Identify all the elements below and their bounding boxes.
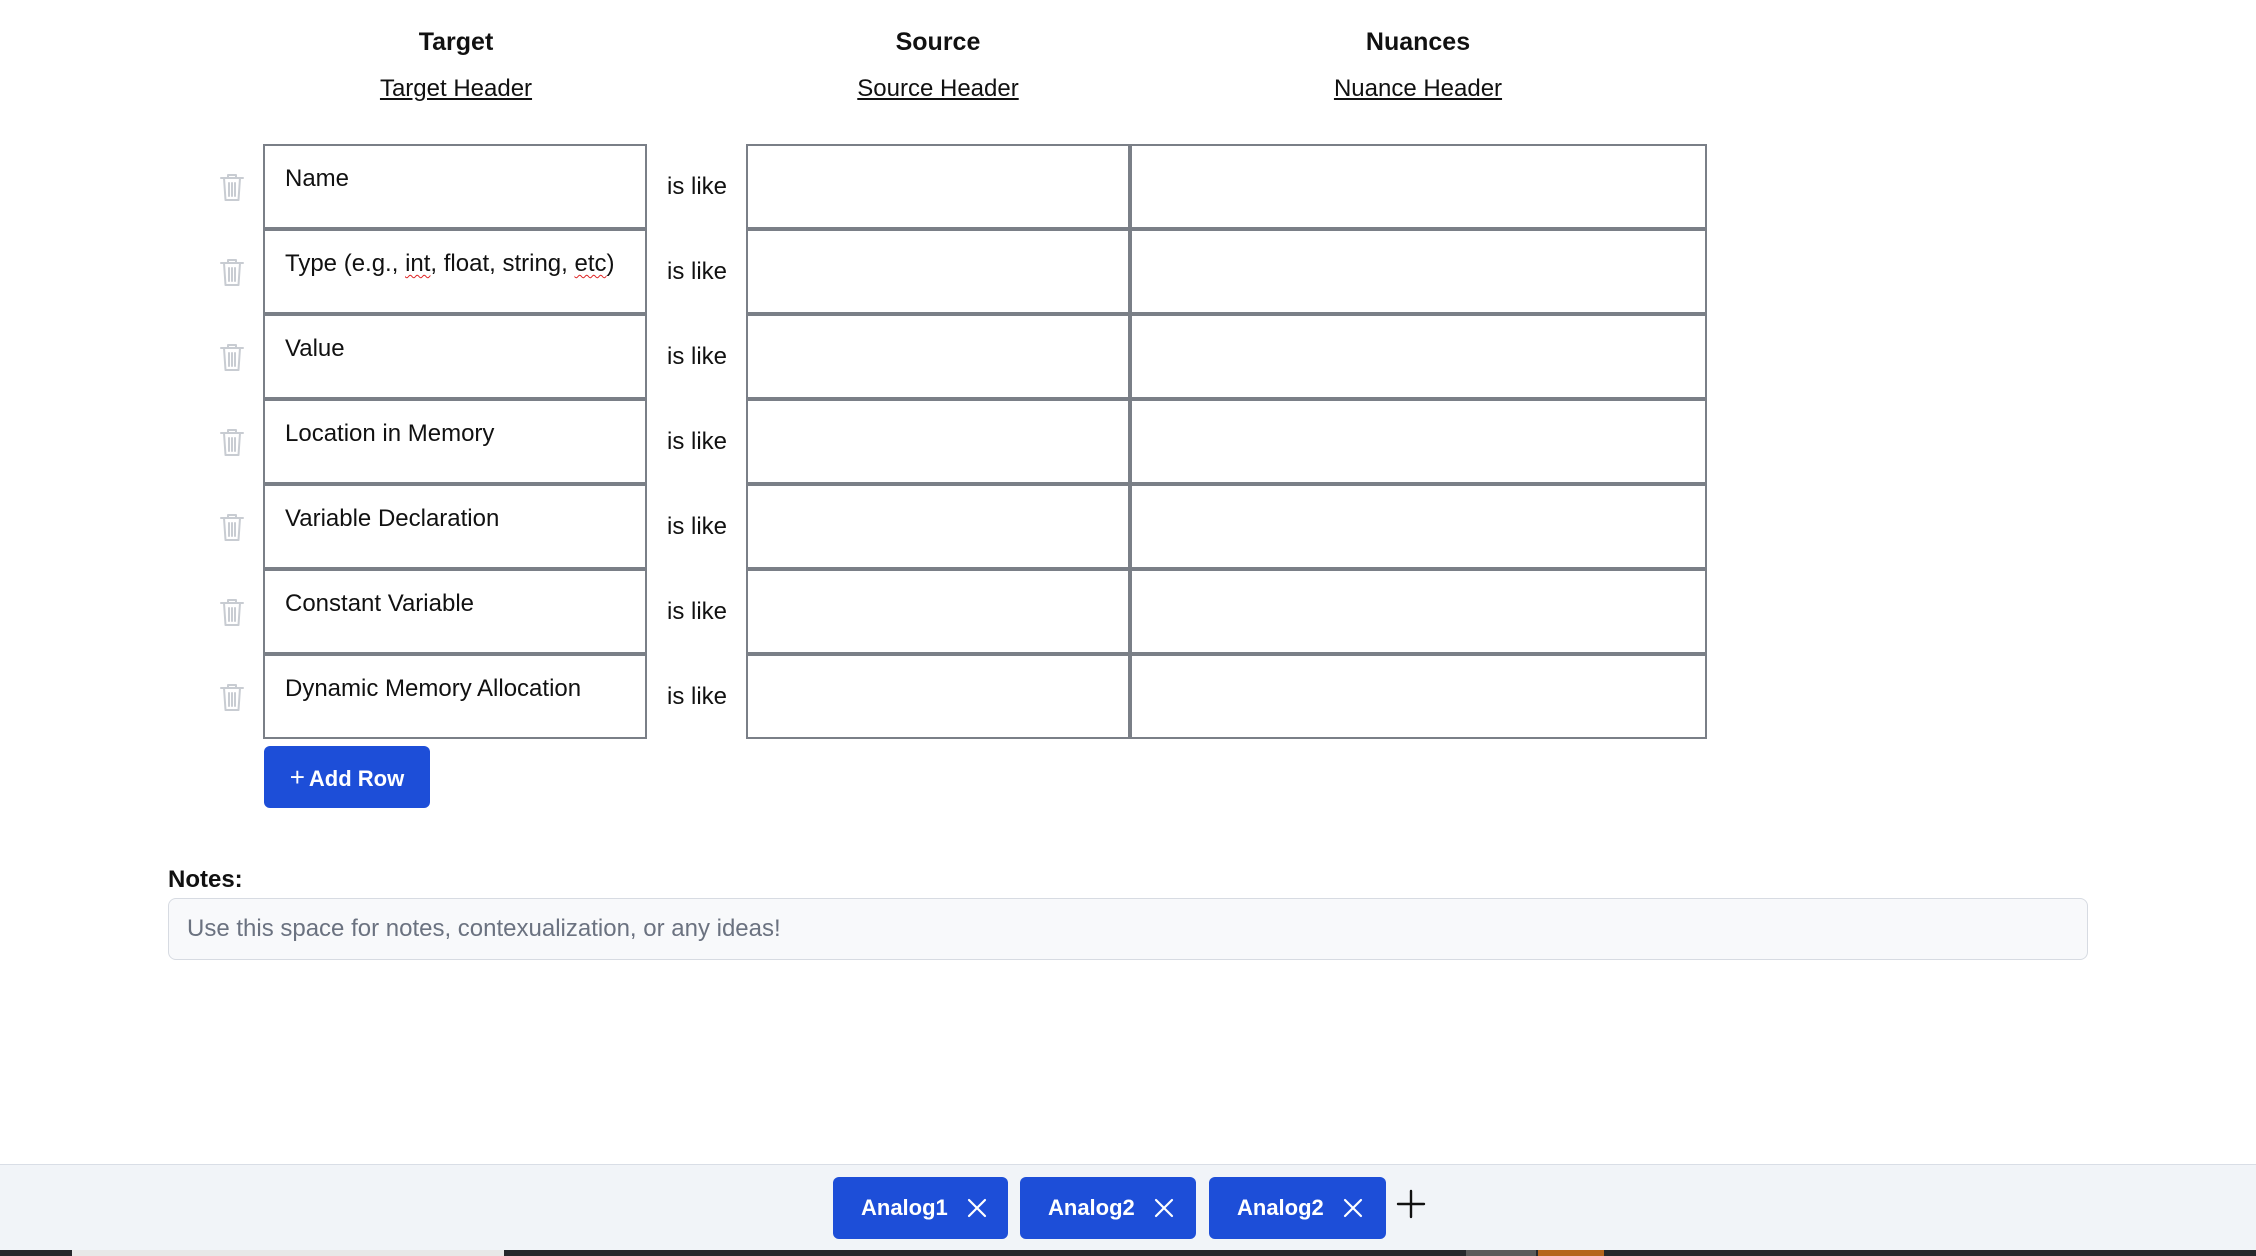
- is-like-label: is like: [666, 598, 727, 625]
- target-cell[interactable]: Constant Variable: [263, 569, 647, 654]
- source-column-header: Source Source Header: [738, 24, 1138, 106]
- nuance-cell[interactable]: [1130, 144, 1707, 229]
- tab-label: Analog2: [1048, 1195, 1135, 1220]
- taskbar-strip: [0, 1250, 2256, 1256]
- nuance-cell[interactable]: [1130, 229, 1707, 314]
- taskbar-segment: [1466, 1250, 1536, 1256]
- target-text-segment: ): [606, 250, 615, 277]
- nuances-column-title: Nuances: [1365, 28, 1471, 56]
- target-cell[interactable]: Location in Memory: [263, 399, 647, 484]
- taskbar-segment: [72, 1250, 504, 1256]
- target-cell[interactable]: Variable Declaration: [263, 484, 647, 569]
- target-cell[interactable]: Dynamic Memory Allocation: [263, 654, 647, 739]
- target-cell[interactable]: Name: [263, 144, 647, 229]
- trash-icon[interactable]: [218, 596, 246, 628]
- add-row-label: Add Row: [308, 766, 405, 791]
- tab-label: Analog2: [1237, 1195, 1324, 1220]
- target-cell-text: Variable Declaration: [285, 505, 500, 532]
- target-cell-text: Value: [285, 335, 345, 362]
- nuance-cell[interactable]: [1130, 399, 1707, 484]
- source-cell[interactable]: [746, 314, 1130, 399]
- target-cell[interactable]: Type (e.g., int, float, string, etc): [263, 229, 647, 314]
- is-like-label: is like: [666, 513, 727, 540]
- target-text-segment: , float, string,: [430, 250, 575, 277]
- close-icon[interactable]: [1153, 1197, 1175, 1219]
- nuance-cell[interactable]: [1130, 569, 1707, 654]
- target-cell-text: Type (e.g., int, float, string, etc): [285, 249, 615, 279]
- target-header-link[interactable]: Target Header: [380, 72, 532, 106]
- is-like-label: is like: [666, 258, 727, 285]
- trash-icon[interactable]: [218, 171, 246, 203]
- analogy-editor-page: Target Target Header Source Source Heade…: [0, 0, 2256, 1256]
- trash-icon[interactable]: [218, 256, 246, 288]
- add-tab-plus-icon[interactable]: [1396, 1189, 1426, 1219]
- target-cell[interactable]: Value: [263, 314, 647, 399]
- target-cell-text: Location in Memory: [285, 420, 495, 447]
- target-column-header: Target Target Header: [256, 24, 656, 106]
- source-header-link[interactable]: Source Header: [857, 72, 1018, 106]
- is-like-label: is like: [666, 173, 727, 200]
- source-cell[interactable]: [746, 654, 1130, 739]
- close-icon[interactable]: [966, 1197, 988, 1219]
- analog-tab-bar: Analog1 Analog2 Analog2: [0, 1164, 2256, 1251]
- plus-icon: +: [289, 762, 305, 792]
- source-cell[interactable]: [746, 484, 1130, 569]
- taskbar-segment: [1538, 1250, 1604, 1256]
- nuance-cell[interactable]: [1130, 314, 1707, 399]
- source-cell[interactable]: [746, 229, 1130, 314]
- add-row-button[interactable]: + Add Row: [264, 746, 430, 808]
- is-like-label: is like: [666, 343, 727, 370]
- misspelled-word: etc: [574, 250, 607, 277]
- tab-analog2-second[interactable]: Analog2: [1209, 1177, 1386, 1239]
- source-cell[interactable]: [746, 569, 1130, 654]
- target-text-segment: Type (e.g.,: [285, 250, 406, 277]
- nuance-header-link[interactable]: Nuance Header: [1334, 72, 1502, 106]
- trash-icon[interactable]: [218, 341, 246, 373]
- trash-icon[interactable]: [218, 511, 246, 543]
- tab-label: Analog1: [861, 1195, 948, 1220]
- source-cell[interactable]: [746, 144, 1130, 229]
- target-column-title: Target: [418, 28, 494, 56]
- target-cell-text: Dynamic Memory Allocation: [285, 675, 582, 702]
- tab-analog1[interactable]: Analog1: [833, 1177, 1008, 1239]
- is-like-label: is like: [666, 683, 727, 710]
- trash-icon[interactable]: [218, 426, 246, 458]
- nuances-column-header: Nuances Nuance Header: [1218, 24, 1618, 106]
- nuance-cell[interactable]: [1130, 654, 1707, 739]
- source-cell[interactable]: [746, 399, 1130, 484]
- notes-input[interactable]: [168, 898, 2088, 960]
- target-cell-text: Constant Variable: [285, 590, 474, 617]
- close-icon[interactable]: [1342, 1197, 1364, 1219]
- misspelled-word: int: [405, 250, 431, 277]
- nuance-cell[interactable]: [1130, 484, 1707, 569]
- is-like-label: is like: [666, 428, 727, 455]
- tab-analog2[interactable]: Analog2: [1020, 1177, 1196, 1239]
- notes-label: Notes:: [168, 866, 243, 893]
- target-cell-text: Name: [285, 165, 350, 192]
- trash-icon[interactable]: [218, 681, 246, 713]
- source-column-title: Source: [895, 28, 981, 56]
